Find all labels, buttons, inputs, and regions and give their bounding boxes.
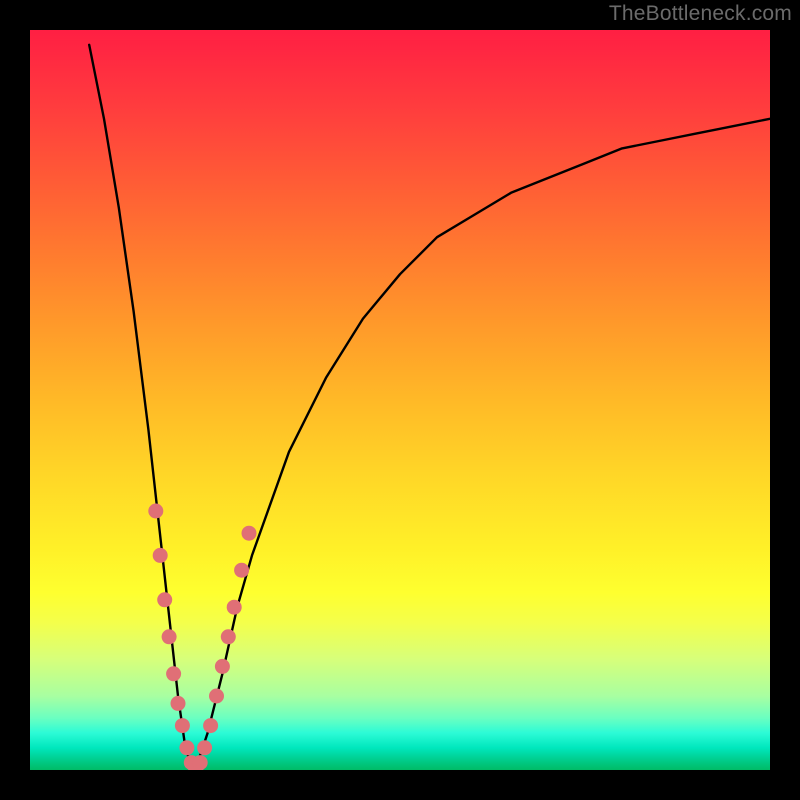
bottleneck-curve-svg — [30, 30, 770, 770]
data-marker — [215, 659, 230, 674]
plot-area — [30, 30, 770, 770]
data-marker — [148, 504, 163, 519]
data-marker — [197, 740, 212, 755]
marker-layer — [148, 504, 256, 771]
data-marker — [221, 629, 236, 644]
data-marker — [242, 526, 257, 541]
watermark-text: TheBottleneck.com — [609, 2, 792, 26]
chart-frame: TheBottleneck.com — [0, 0, 800, 800]
data-marker — [227, 600, 242, 615]
data-marker — [157, 592, 172, 607]
bottleneck-curve — [89, 45, 770, 770]
data-marker — [179, 740, 194, 755]
data-marker — [162, 629, 177, 644]
data-marker — [209, 689, 224, 704]
data-marker — [171, 696, 186, 711]
data-marker — [153, 548, 168, 563]
data-marker — [193, 755, 208, 770]
data-marker — [203, 718, 218, 733]
data-marker — [166, 666, 181, 681]
data-marker — [234, 563, 249, 578]
data-marker — [175, 718, 190, 733]
